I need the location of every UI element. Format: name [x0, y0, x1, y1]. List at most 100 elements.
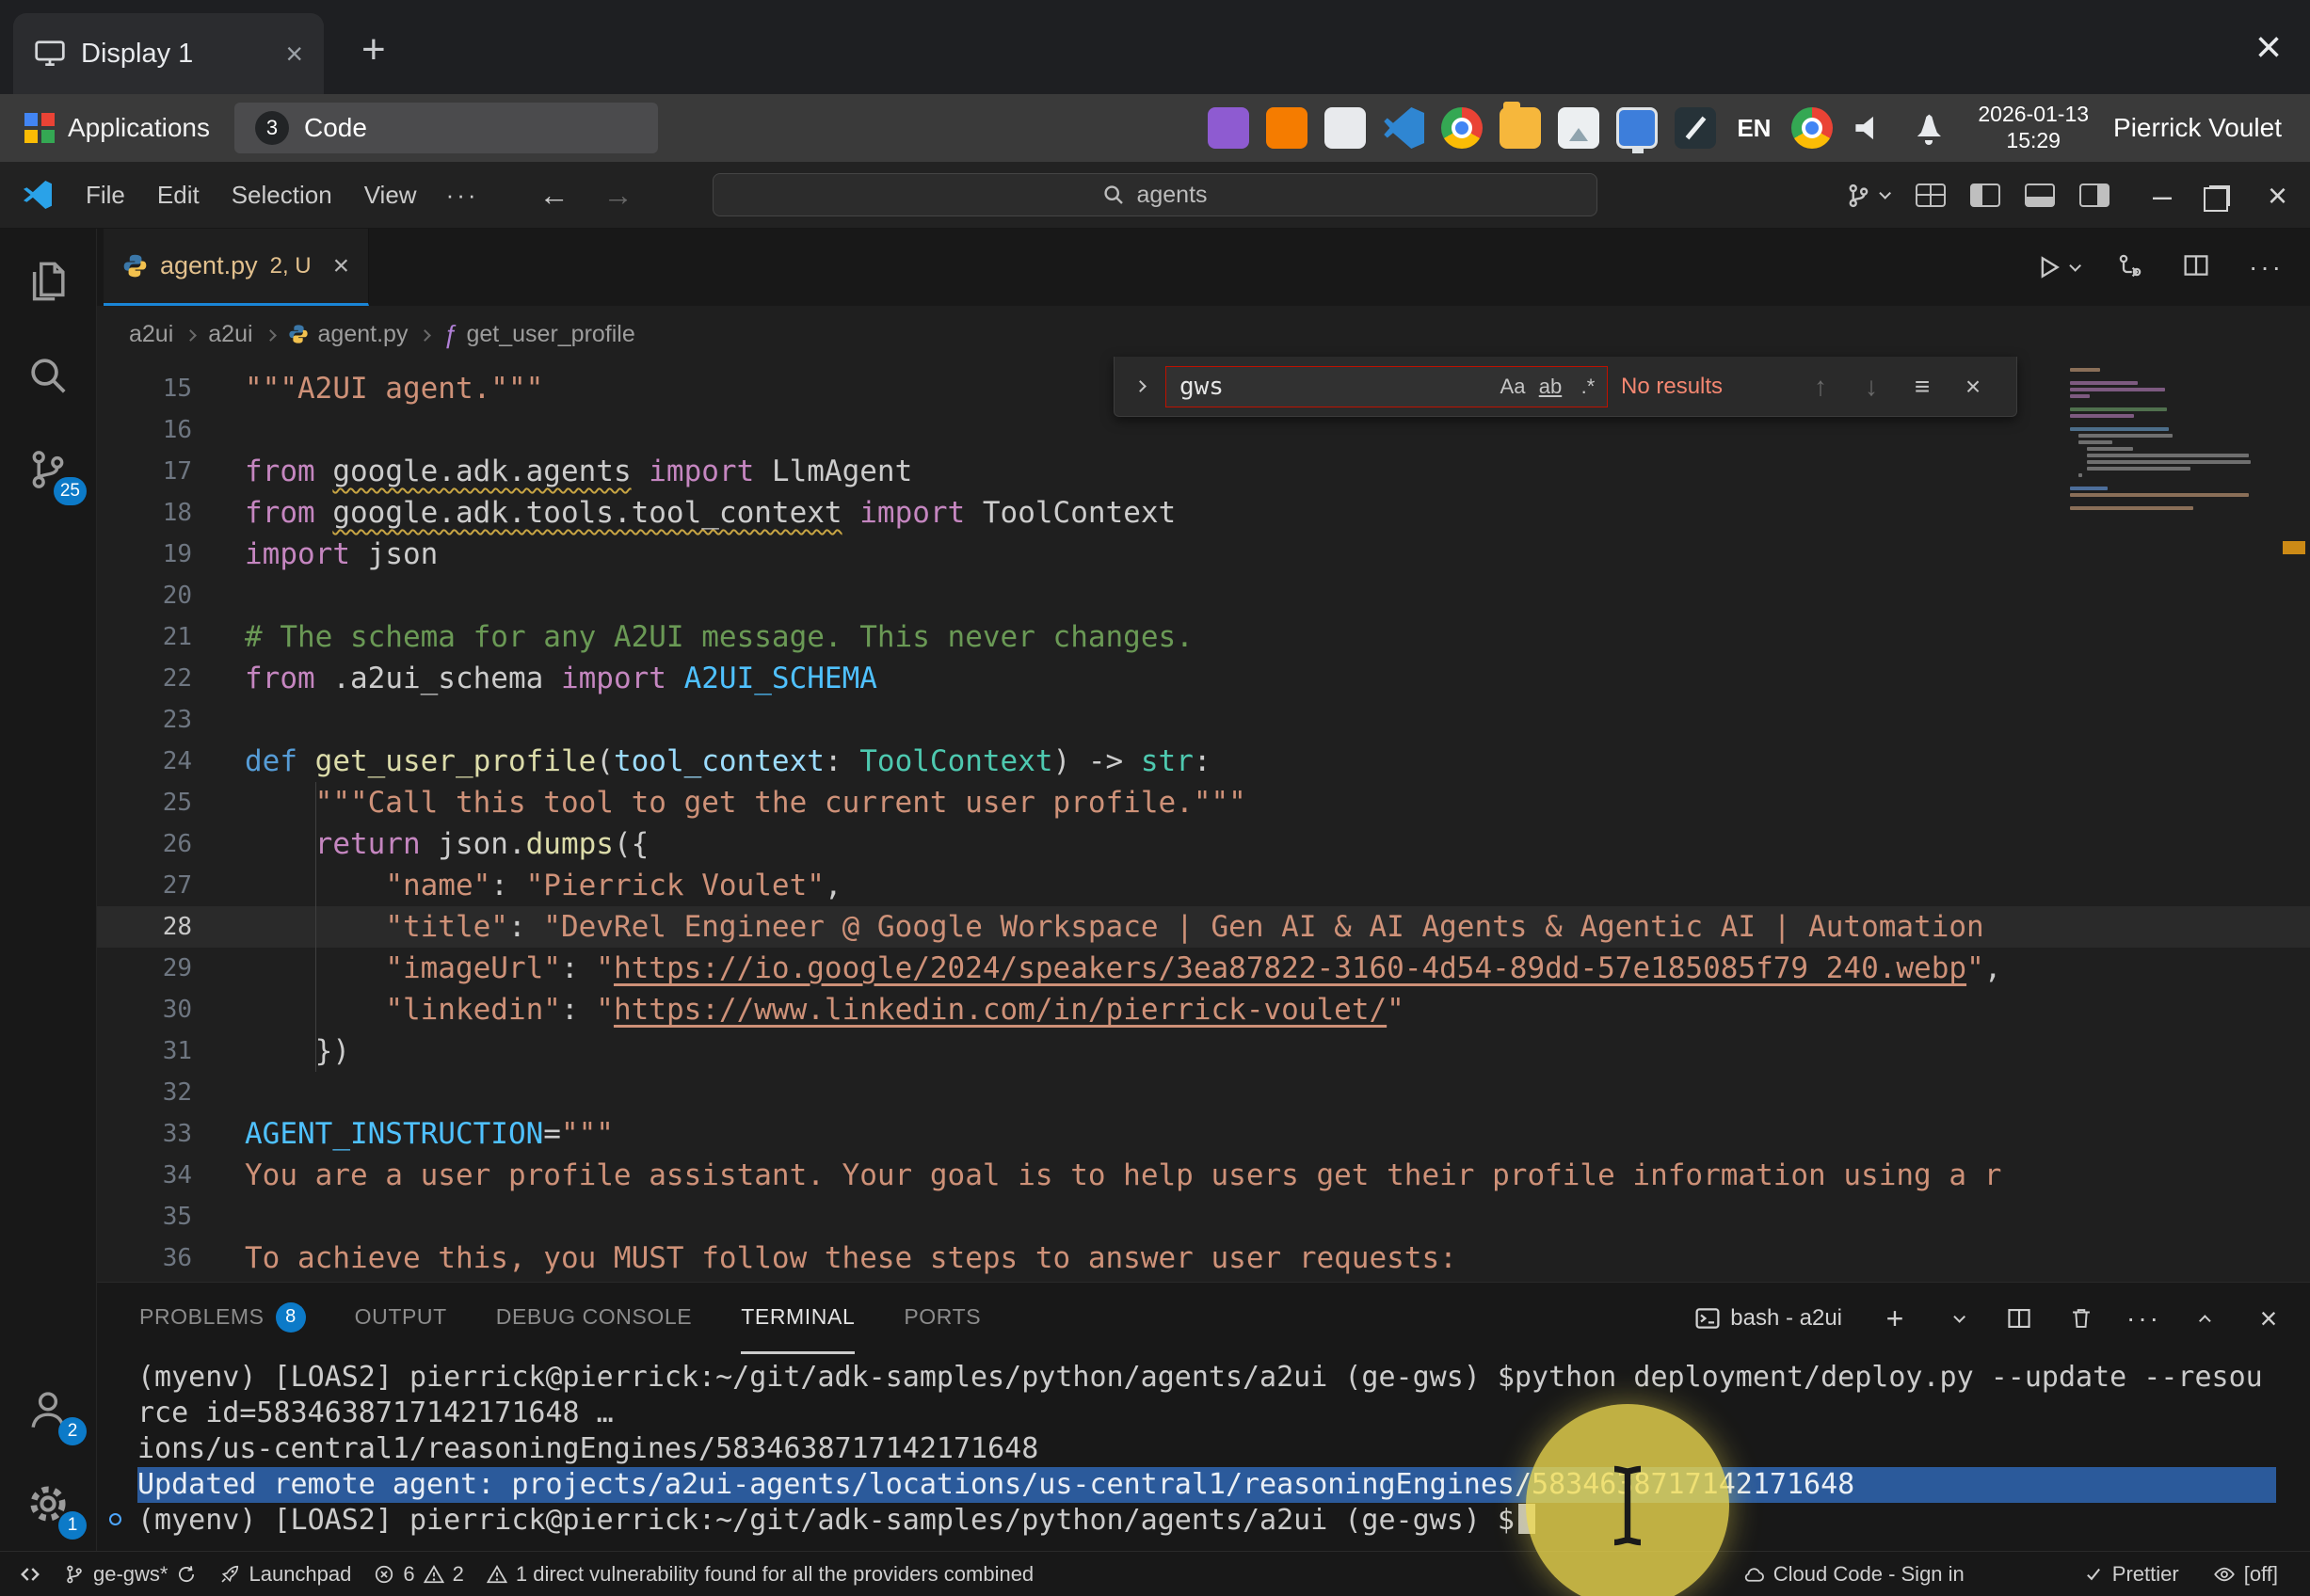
- find-previous-icon[interactable]: ↑: [1802, 368, 1839, 406]
- customize-layout-icon[interactable]: [1916, 184, 1946, 207]
- settings-gear-icon[interactable]: 1: [0, 1457, 96, 1551]
- find-in-selection-icon[interactable]: ≡: [1903, 368, 1941, 406]
- overview-ruler[interactable]: [2276, 362, 2310, 1282]
- menu-selection[interactable]: Selection: [216, 181, 348, 210]
- applications-menu[interactable]: Applications: [9, 113, 225, 143]
- minimap[interactable]: [2070, 368, 2272, 513]
- git-branch-status[interactable]: ge-gws*: [53, 1552, 208, 1596]
- code-text[interactable]: from google.adk.tools.tool_context impor…: [245, 492, 1176, 534]
- navigate-forward-icon[interactable]: →: [603, 178, 634, 213]
- panel-tab-terminal[interactable]: TERMINAL: [741, 1283, 855, 1354]
- code-text[interactable]: }): [245, 1030, 350, 1072]
- notifications-tray-icon[interactable]: [1908, 107, 1949, 149]
- navigate-back-icon[interactable]: ←: [539, 178, 569, 213]
- app-tray-icon-2[interactable]: [1266, 107, 1307, 149]
- menu-more-icon[interactable]: ···: [433, 181, 492, 210]
- toggle-replace-icon[interactable]: [1128, 382, 1152, 391]
- window-button-code[interactable]: 3 Code: [234, 103, 658, 153]
- search-sidebar-icon[interactable]: [0, 328, 96, 423]
- terminal-line[interactable]: (myenv) [LOAS2] pierrick@pierrick:~/git/…: [137, 1503, 2310, 1539]
- panel-tab-output[interactable]: OUTPUT: [355, 1283, 447, 1354]
- tab-agent-py[interactable]: agent.py 2, U ×: [104, 229, 369, 306]
- panel-more-actions-icon[interactable]: ···: [2126, 1301, 2161, 1335]
- code-text[interactable]: from .a2ui_schema import A2UI_SCHEMA: [245, 658, 877, 699]
- panel-tab-ports[interactable]: PORTS: [904, 1283, 981, 1354]
- split-terminal-icon[interactable]: [2002, 1301, 2036, 1335]
- prettier-status[interactable]: Prettier: [2072, 1562, 2190, 1587]
- kill-terminal-icon[interactable]: [2064, 1301, 2098, 1335]
- app-tray-icon-3[interactable]: [1324, 107, 1366, 149]
- command-center-search[interactable]: agents: [713, 173, 1597, 216]
- branch-dropdown-icon[interactable]: [1845, 183, 1887, 209]
- terminal-dropdown-icon[interactable]: [1940, 1301, 1974, 1335]
- breadcrumb-item[interactable]: agent.py: [288, 321, 409, 348]
- code-text[interactable]: # The schema for any A2UI message. This …: [245, 616, 1194, 658]
- terminal-output[interactable]: (myenv) [LOAS2] pierrick@pierrick:~/git/…: [97, 1354, 2310, 1551]
- close-display-tab-icon[interactable]: ×: [285, 37, 303, 72]
- code-text[interactable]: "imageUrl": "https://io.google/2024/spea…: [245, 948, 2001, 989]
- find-close-icon[interactable]: ×: [1954, 368, 1992, 406]
- split-editor-icon[interactable]: [2183, 252, 2209, 283]
- panel-tab-problems[interactable]: PROBLEMS8: [139, 1283, 306, 1354]
- cloud-code-signin[interactable]: Cloud Code - Sign in: [1731, 1562, 1976, 1587]
- breadcrumb-item[interactable]: a2ui: [208, 321, 252, 348]
- run-python-file-button[interactable]: [2035, 254, 2077, 280]
- open-changes-icon[interactable]: [2117, 252, 2143, 283]
- close-panel-icon[interactable]: ×: [2252, 1301, 2286, 1335]
- code-text[interactable]: "name": "Pierrick Voulet",: [245, 865, 842, 906]
- vscode-tray-icon[interactable]: [1383, 107, 1424, 149]
- code-text[interactable]: from google.adk.agents import LlmAgent: [245, 451, 912, 492]
- keyboard-layout-indicator[interactable]: EN: [1733, 107, 1774, 149]
- find-query[interactable]: gws: [1166, 373, 1494, 401]
- menu-edit[interactable]: Edit: [141, 181, 216, 210]
- restore-window-icon[interactable]: [2209, 185, 2230, 206]
- code-text[interactable]: To achieve this, you MUST follow these s…: [245, 1237, 1457, 1279]
- menu-file[interactable]: File: [70, 181, 141, 210]
- display-tray-icon[interactable]: [1616, 107, 1658, 149]
- chrome-tray-icon[interactable]: [1441, 107, 1483, 149]
- remote-display-tab[interactable]: Display 1 ×: [13, 13, 324, 94]
- breadcrumb-item[interactable]: a2ui: [129, 321, 173, 348]
- vulnerability-status[interactable]: 1 direct vulnerability found for all the…: [475, 1552, 1045, 1596]
- code-text[interactable]: "linkedin": "https://www.linkedin.com/in…: [245, 989, 1404, 1030]
- close-editor-tab-icon[interactable]: ×: [333, 250, 350, 282]
- breadcrumb-item[interactable]: ƒget_user_profile: [442, 320, 634, 349]
- volume-tray-icon[interactable]: [1850, 107, 1891, 149]
- match-case-icon[interactable]: Aa: [1494, 375, 1532, 399]
- code-text[interactable]: """Call this tool to get the current use…: [245, 782, 1246, 823]
- files-tray-icon[interactable]: [1500, 107, 1541, 149]
- chrome-tray-icon-2[interactable]: [1791, 107, 1833, 149]
- menu-view[interactable]: View: [348, 181, 433, 210]
- explorer-icon[interactable]: [0, 234, 96, 328]
- code-text[interactable]: You are a user profile assistant. Your g…: [245, 1155, 2001, 1196]
- toggle-sidebar-icon[interactable]: [1970, 184, 2000, 207]
- clock[interactable]: 2026-01-13 15:29: [1978, 102, 2089, 153]
- source-control-icon[interactable]: 25: [0, 423, 96, 517]
- code-text[interactable]: import json: [245, 534, 438, 575]
- screencast-status[interactable]: [off]: [2202, 1562, 2289, 1587]
- accounts-icon[interactable]: 2: [0, 1363, 96, 1457]
- remote-indicator[interactable]: [8, 1552, 53, 1596]
- code-text[interactable]: def get_user_profile(tool_context: ToolC…: [245, 741, 1211, 782]
- editor-more-actions-icon[interactable]: ···: [2249, 252, 2284, 282]
- panel-tab-debug-console[interactable]: DEBUG CONSOLE: [496, 1283, 692, 1354]
- code-text[interactable]: return json.dumps({: [245, 823, 649, 865]
- terminal-instance-tab[interactable]: bash - a2ui: [1694, 1305, 1842, 1332]
- regex-icon[interactable]: .*: [1569, 375, 1607, 399]
- terminal-line[interactable]: ions/us-central1/reasoningEngines/583463…: [137, 1431, 2310, 1467]
- code-text[interactable]: "title": "DevRel Engineer @ Google Works…: [245, 906, 1984, 948]
- code-editor[interactable]: 15"""A2UI agent."""1617from google.adk.a…: [97, 362, 2310, 1282]
- close-remote-window-icon[interactable]: ×: [2255, 22, 2282, 73]
- terminal-line[interactable]: (myenv) [LOAS2] pierrick@pierrick:~/git/…: [137, 1360, 2310, 1396]
- screenshot-tray-icon[interactable]: [1558, 107, 1599, 149]
- find-next-icon[interactable]: ↓: [1853, 368, 1890, 406]
- minimize-window-icon[interactable]: –: [2153, 176, 2172, 215]
- annotation-tray-icon[interactable]: [1675, 107, 1716, 149]
- code-text[interactable]: """A2UI agent.""": [245, 368, 543, 409]
- maximize-panel-icon[interactable]: [2190, 1301, 2223, 1335]
- find-input[interactable]: gws Aa ab .*: [1165, 366, 1608, 407]
- new-terminal-icon[interactable]: +: [1878, 1301, 1912, 1335]
- problems-status[interactable]: 6 2: [362, 1552, 475, 1596]
- close-window-icon[interactable]: ×: [2268, 176, 2287, 215]
- toggle-panel-icon[interactable]: [2025, 184, 2055, 207]
